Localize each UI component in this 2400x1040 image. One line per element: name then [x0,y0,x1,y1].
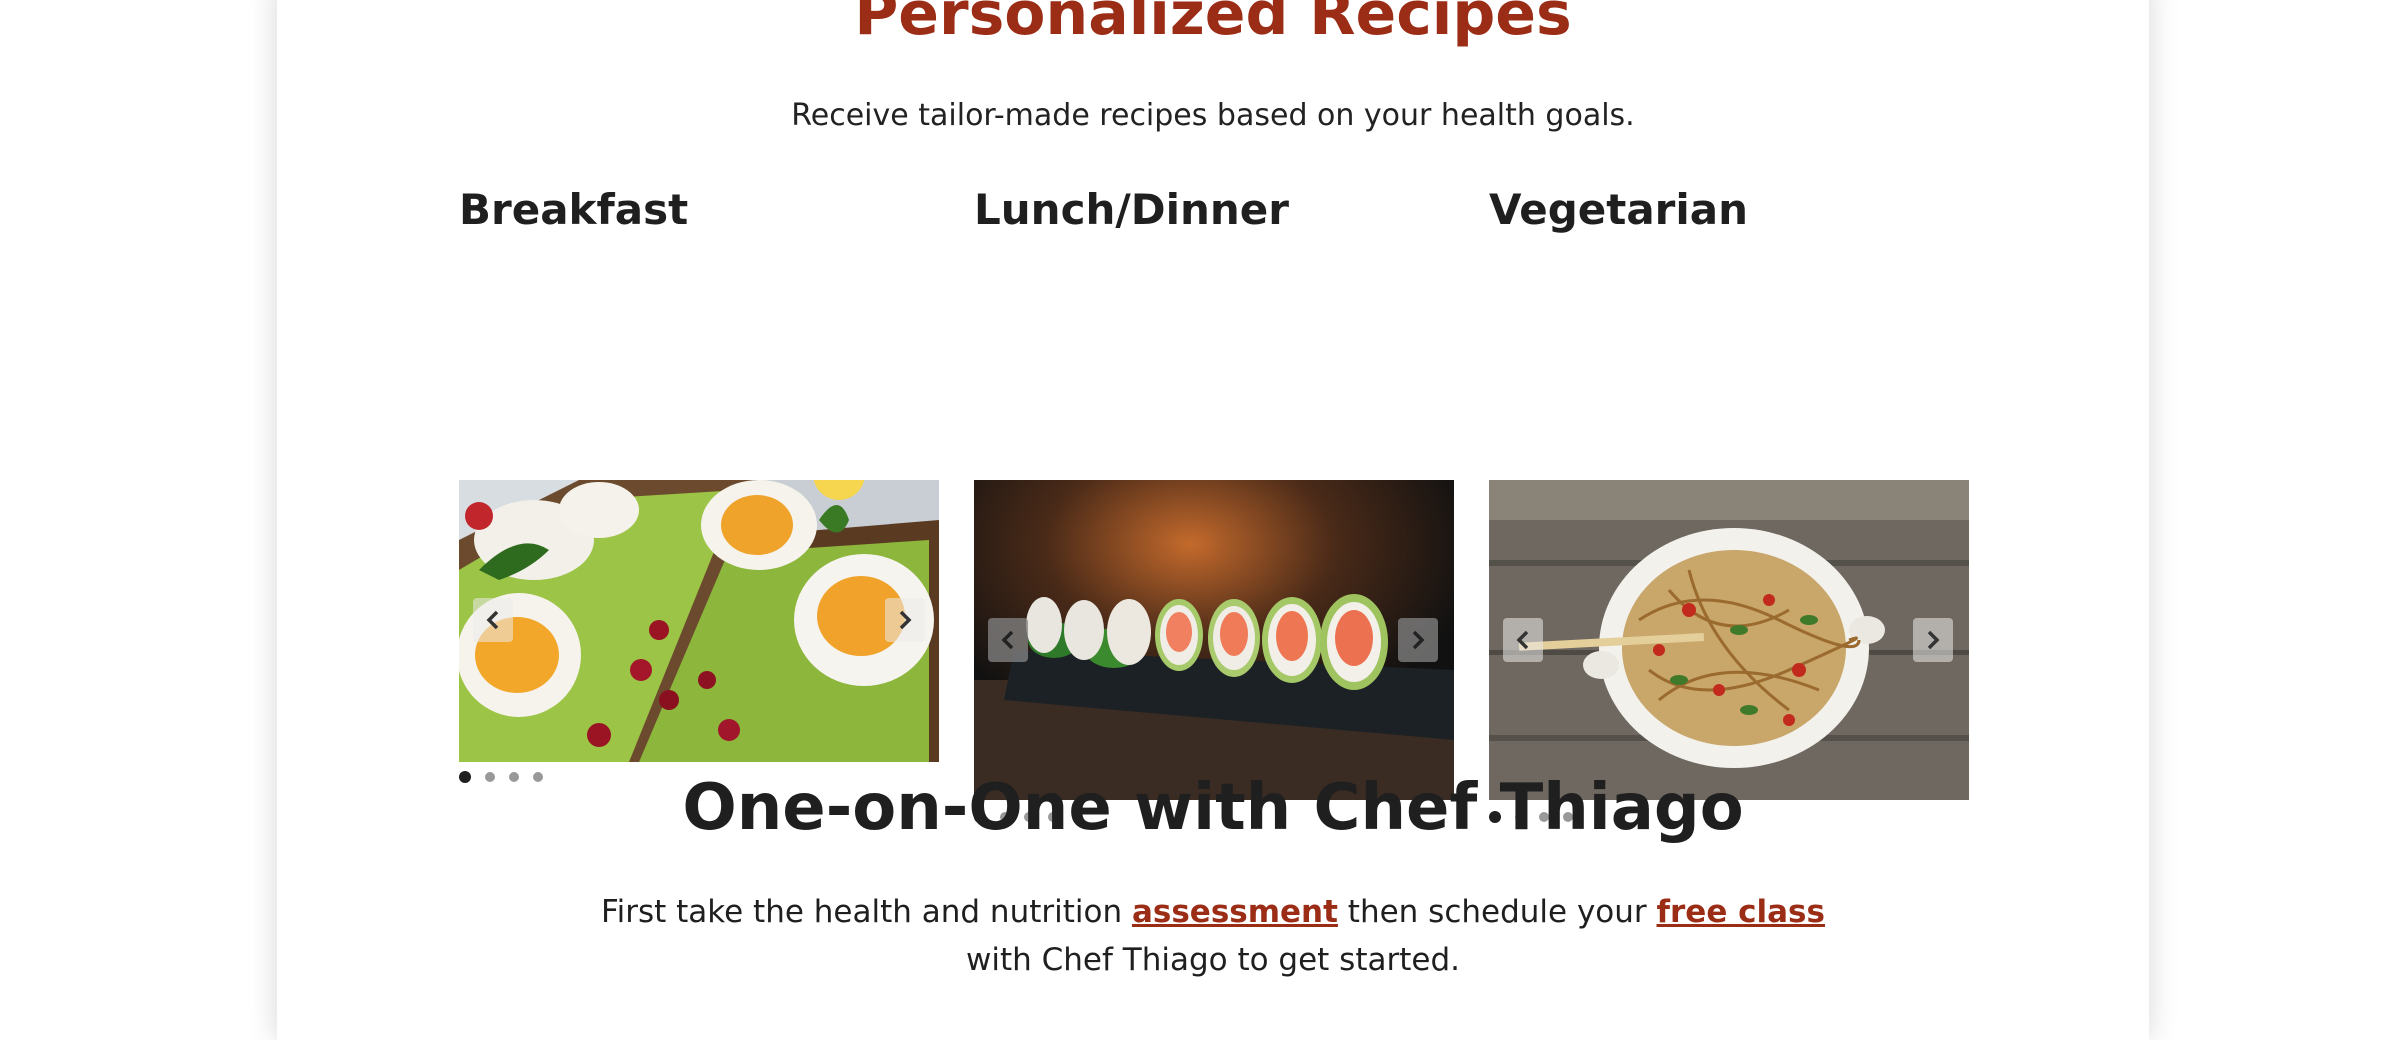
lunch-dinner-carousel[interactable] [974,480,1454,800]
page-card: Personalized Recipes Receive tailor-made… [277,0,2149,1040]
avocado-egg-toast-image [459,480,939,762]
vegetable-noodles-image [1489,480,1969,800]
breakfast-carousel[interactable] [459,480,939,762]
carousel-prev-button[interactable] [473,598,513,642]
carousel-prev-button[interactable] [988,618,1028,662]
chevron-right-icon [1927,630,1940,650]
carousel-next-button[interactable] [1398,618,1438,662]
assessment-link[interactable]: assessment [1132,894,1338,930]
category-lunch-dinner: Lunch/Dinner [974,178,1454,823]
chevron-left-icon [486,610,499,630]
text-after: with Chef Thiago to get started. [966,942,1460,978]
category-title: Vegetarian [1489,185,1749,234]
salmon-sushi-rolls-image [974,480,1454,800]
category-vegetarian: Vegetarian [1489,178,1969,823]
vegetarian-carousel[interactable] [1489,480,1969,800]
page-subtitle: Receive tailor-made recipes based on you… [791,98,1635,133]
carousel-next-button[interactable] [885,598,925,642]
category-breakfast: Breakfast [459,178,939,783]
page-title: Personalized Recipes [854,0,1572,49]
chef-section-text: First take the health and nutrition asse… [277,888,2149,984]
chef-section-title: One-on-One with Chef Thiago [682,771,1744,845]
text-before: First take the health and nutrition [601,894,1132,930]
chevron-left-icon [1516,630,1529,650]
category-title: Breakfast [459,185,689,234]
text-middle: then schedule your [1337,894,1657,930]
chevron-right-icon [899,610,912,630]
category-title: Lunch/Dinner [974,185,1289,234]
free-class-link[interactable]: free class [1657,894,1825,930]
carousel-prev-button[interactable] [1503,618,1543,662]
carousel-next-button[interactable] [1913,618,1953,662]
chevron-right-icon [1412,630,1425,650]
chevron-left-icon [1001,630,1014,650]
